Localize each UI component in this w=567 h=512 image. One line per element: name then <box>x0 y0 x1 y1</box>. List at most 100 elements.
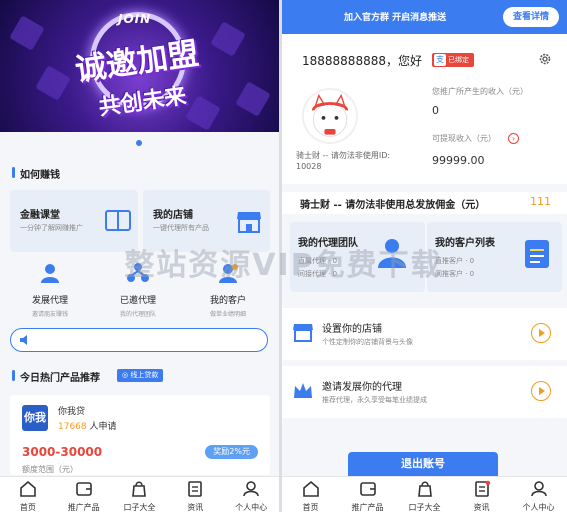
section-title-hot: 今日热门产品推荐 <box>12 369 100 384</box>
card-my-shop[interactable]: 我的店铺 一键代理所有产品 <box>143 190 270 252</box>
news-icon <box>474 480 490 497</box>
crown-icon <box>294 383 312 398</box>
tab-label: 个人中心 <box>235 503 268 512</box>
amount-range-label: 额度范围（元） <box>22 465 78 474</box>
card-finance-class[interactable]: 金融课堂 一分钟了解网赚推广 <box>10 190 138 252</box>
tab-label: 个人中心 <box>522 503 555 512</box>
row-title: 邀请发展你的代理 <box>322 382 402 393</box>
tab-label: 推广产品 <box>67 503 100 512</box>
view-details-button[interactable]: 查看详情 <box>502 7 559 27</box>
tab-label: 资讯 <box>473 503 490 512</box>
card-line: 直推客户 · 0 <box>435 257 475 265</box>
reward-badge: 奖励2%元 <box>205 445 258 459</box>
commission-label: 骑士财 -- 请勿法非使用总发放佣金（元） <box>300 200 486 211</box>
product-logo: 你我 <box>22 405 48 431</box>
tab-home[interactable]: 首页 <box>0 480 56 512</box>
play-arrow-icon[interactable] <box>531 323 551 343</box>
action-title: 发展代理 <box>31 296 68 306</box>
user-icon <box>243 481 259 497</box>
product-card[interactable]: 你我 你我贷 17668 人申请 3000-30000 奖励2%元 额度范围（元… <box>10 395 270 475</box>
logout-button[interactable]: 退出账号 <box>348 452 498 476</box>
row-subtitle: 个性定制你的店铺背景与头像 <box>322 338 413 346</box>
action-subtitle: 邀请朋友赚钱 <box>31 311 68 318</box>
notice-bar[interactable] <box>10 328 268 352</box>
product-name: 你我贷 <box>58 407 86 417</box>
card-customer-list[interactable]: 我的客户列表 直推客户 · 0 间推客户 · 0 <box>427 222 562 292</box>
card-line: 直属代理 · 0 <box>298 257 338 265</box>
bag-icon <box>132 481 147 497</box>
greeting-phone: 18888888888，您好 <box>302 54 422 68</box>
bag-icon <box>417 481 432 497</box>
card-title: 我的客户列表 <box>435 238 495 249</box>
withdraw-label: 可提现收入（元） <box>432 134 496 143</box>
speaker-icon <box>20 335 27 345</box>
withdraw-value: 99999.00 <box>432 154 485 167</box>
card-title: 我的店铺 <box>153 210 193 221</box>
tab-loans[interactable]: 口子大全 <box>396 480 453 512</box>
loan-amount: 3000-30000 <box>22 445 103 459</box>
row-invite-agent[interactable]: 邀请发展你的代理 推荐代理，永久享受每笔业绩提成 <box>282 366 567 418</box>
bound-badge: 已绑定 <box>432 53 474 67</box>
shop-icon <box>293 324 313 342</box>
tab-profile[interactable]: 个人中心 <box>510 480 567 512</box>
withdraw-arrow-icon[interactable]: › <box>508 133 519 144</box>
tab-home[interactable]: 首页 <box>282 480 339 512</box>
user-name: 骑士财 -- 请勿法非使用ID: 10028 <box>296 151 391 171</box>
tab-loans[interactable]: 口子大全 <box>112 480 168 512</box>
banner[interactable]: JOIN 诚邀加盟 共创未来 <box>0 0 279 132</box>
commission-value: 111 <box>530 195 551 208</box>
commission-bar: 骑士财 -- 请勿法非使用总发放佣金（元） 111 <box>282 192 567 214</box>
play-arrow-icon[interactable] <box>531 381 551 401</box>
team-icon <box>378 239 406 268</box>
wallet-icon <box>359 482 376 496</box>
profile-screen: 加入官方群 开启消息推送 查看详情 18888888888，您好 已绑定 骑士财… <box>282 0 567 512</box>
row-title: 设置你的店铺 <box>322 324 382 335</box>
card-agent-team[interactable]: 我的代理团队 直属代理 · 0 间接代理 · 0 <box>290 222 425 292</box>
apply-count: 17668 人申请 <box>58 422 117 432</box>
loan-tag[interactable]: ◎ 线上贷款 <box>117 369 164 382</box>
action-title: 已邀代理 <box>119 296 156 306</box>
tab-bar: 首页 推广产品 口子大全 资讯 个人中心 <box>0 476 279 512</box>
notification-text: 加入官方群 开启消息推送 <box>344 13 447 23</box>
list-icon <box>525 240 549 268</box>
action-title: 我的客户 <box>209 296 246 306</box>
network-icon <box>127 263 149 282</box>
wallet-icon <box>75 482 92 496</box>
tab-bar: 首页 推广产品 口子大全 资讯 个人中心 <box>282 476 567 512</box>
action-subtitle: 做单业绩明细 <box>209 311 246 318</box>
notification-bar: 加入官方群 开启消息推送 查看详情 <box>282 0 567 34</box>
action-invited-agents[interactable]: 已邀代理 我的代理团队 <box>98 262 178 318</box>
card-subtitle: 一键代理所有产品 <box>153 224 209 232</box>
tab-label: 口子大全 <box>123 503 156 512</box>
tab-news[interactable]: 资讯 <box>167 480 223 512</box>
action-my-customers[interactable]: 我的客户 做单业绩明细 <box>188 262 268 318</box>
action-develop-agent[interactable]: 发展代理 邀请朋友赚钱 <box>10 262 90 318</box>
carousel-indicator[interactable] <box>136 140 142 146</box>
income-value: 0 <box>432 104 439 117</box>
shop-icon <box>237 212 261 233</box>
tab-news[interactable]: 资讯 <box>453 480 510 512</box>
tab-label: 资讯 <box>187 503 204 512</box>
people-icon <box>41 264 59 283</box>
tab-label: 首页 <box>19 503 36 512</box>
section-title-earn: 如何赚钱 <box>12 166 60 181</box>
tab-promote[interactable]: 推广产品 <box>56 480 112 512</box>
tab-promote[interactable]: 推广产品 <box>339 480 396 512</box>
quick-actions: 发展代理 邀请朋友赚钱 已邀代理 我的代理团队 我的客户 做单业绩明细 <box>10 262 270 322</box>
card-subtitle: 一分钟了解网赚推广 <box>20 224 83 232</box>
tab-profile[interactable]: 个人中心 <box>223 480 279 512</box>
tab-label: 推广产品 <box>351 503 384 512</box>
gear-icon[interactable] <box>538 52 552 66</box>
screenshot: JOIN 诚邀加盟 共创未来 如何赚钱 金融课堂 一分钟了解网赚推广 我的店铺 一… <box>0 0 567 512</box>
home-icon <box>302 480 319 497</box>
card-line: 间接代理 · 0 <box>298 270 338 278</box>
news-icon <box>188 481 203 497</box>
banner-join-text: JOIN <box>118 12 152 26</box>
card-line: 间推客户 · 0 <box>435 270 475 278</box>
avatar[interactable] <box>302 88 358 144</box>
user-icon <box>530 481 547 497</box>
home-screen: JOIN 诚邀加盟 共创未来 如何赚钱 金融课堂 一分钟了解网赚推广 我的店铺 一… <box>0 0 279 512</box>
action-subtitle: 我的代理团队 <box>119 311 156 318</box>
row-set-shop[interactable]: 设置你的店铺 个性定制你的店铺背景与头像 <box>282 308 567 360</box>
card-title: 金融课堂 <box>20 210 60 221</box>
